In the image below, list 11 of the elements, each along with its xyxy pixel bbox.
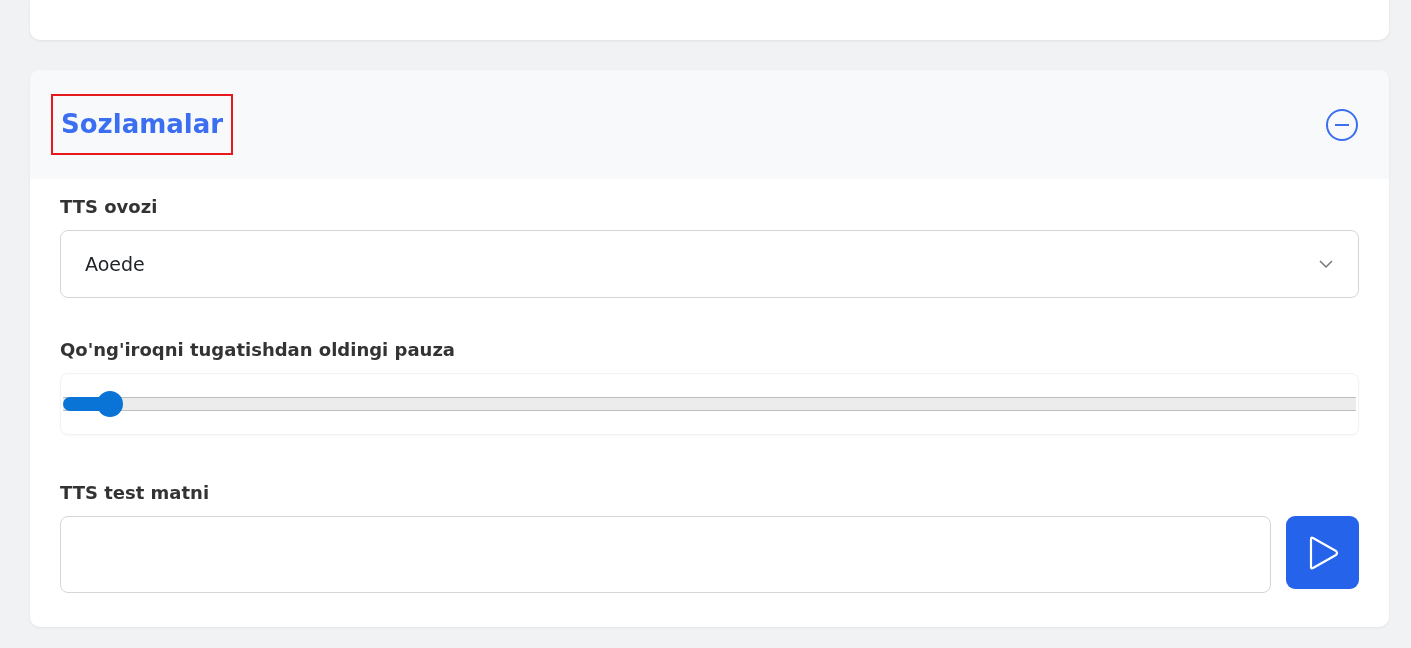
slider-thumb[interactable] bbox=[97, 391, 124, 417]
collapse-button[interactable] bbox=[1325, 107, 1359, 142]
voice-select[interactable]: Aoede bbox=[60, 230, 1359, 298]
section-header[interactable]: Sozlamalar bbox=[30, 70, 1389, 179]
field-label: Qo'ng'iroqni tugatishdan oldingi pauza bbox=[60, 338, 455, 362]
chevron-down-icon bbox=[1318, 259, 1334, 269]
play-button[interactable] bbox=[1286, 516, 1359, 589]
field-label: TTS ovozi bbox=[60, 195, 158, 219]
field-label: TTS test matni bbox=[60, 481, 210, 505]
test-text-field[interactable] bbox=[60, 516, 1271, 593]
section-title: Sozlamalar bbox=[51, 94, 234, 155]
